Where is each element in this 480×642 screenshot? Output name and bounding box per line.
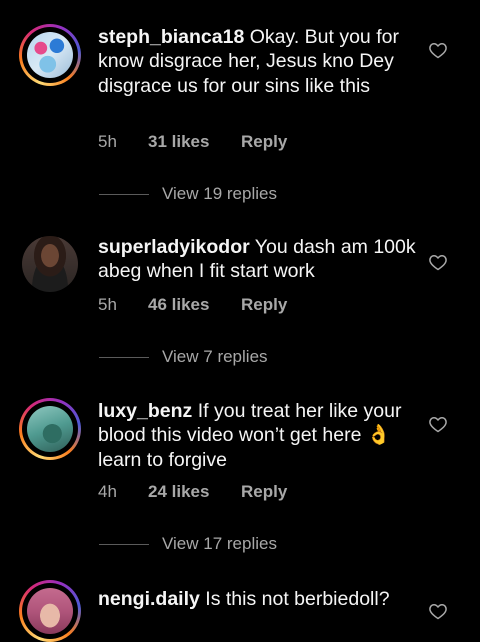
comment-time: 5h — [98, 295, 117, 314]
reply-button[interactable]: Reply — [241, 295, 287, 315]
avatar-image — [27, 32, 73, 78]
view-replies-label: View 7 replies — [162, 347, 268, 366]
username[interactable]: steph_bianca18 — [98, 26, 244, 48]
likes-count[interactable]: 31 likes — [148, 132, 209, 152]
avatar[interactable] — [19, 398, 81, 460]
username[interactable]: nengi.daily — [98, 588, 200, 610]
comment-text-block: luxy_benz If you treat her like your blo… — [98, 399, 416, 472]
comment-time: 4h — [98, 482, 117, 501]
heart-outline-icon[interactable] — [428, 40, 448, 60]
heart-outline-icon[interactable] — [428, 601, 448, 621]
divider-line — [99, 357, 149, 358]
comment-text-block: superladyikodor You dash am 100k abeg wh… — [98, 235, 416, 284]
heart-outline-icon[interactable] — [428, 252, 448, 272]
username[interactable]: superladyikodor — [98, 236, 250, 258]
comment-text: Is this not berbiedoll? — [205, 588, 390, 610]
username[interactable]: luxy_benz — [98, 400, 192, 422]
comment-text-block: steph_bianca18 Okay. But you for know di… — [98, 25, 416, 98]
comment-text-block: nengi.daily Is this not berbiedoll? — [98, 587, 416, 611]
likes-count[interactable]: 24 likes — [148, 482, 209, 502]
avatar-image — [27, 406, 73, 452]
divider-line — [99, 194, 149, 195]
view-replies-label: View 19 replies — [162, 184, 277, 203]
avatar-image — [22, 236, 78, 292]
likes-count[interactable]: 46 likes — [148, 295, 209, 315]
comment-time: 5h — [98, 132, 117, 151]
view-replies-label: View 17 replies — [162, 534, 277, 553]
heart-outline-icon[interactable] — [428, 414, 448, 434]
avatar[interactable] — [22, 236, 78, 292]
divider-line — [99, 544, 149, 545]
reply-button[interactable]: Reply — [241, 132, 287, 152]
avatar-image — [27, 588, 73, 634]
avatar[interactable] — [19, 580, 81, 642]
reply-button[interactable]: Reply — [241, 482, 287, 502]
avatar[interactable] — [19, 24, 81, 86]
